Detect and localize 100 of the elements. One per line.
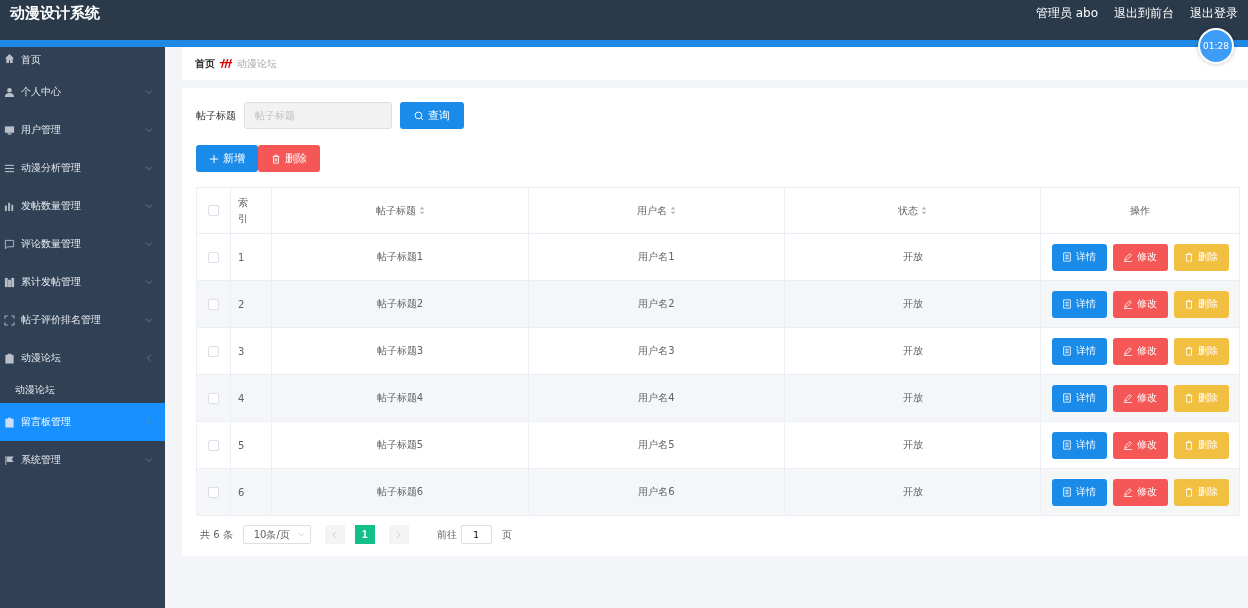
chevron-right-icon [396, 530, 402, 539]
table-cell: 开放 [902, 251, 923, 262]
menu-item[interactable]: 动漫论坛 [0, 339, 165, 377]
detail-button[interactable]: 详情 [1051, 478, 1107, 506]
clipboard-icon [4, 416, 15, 428]
trash-icon [271, 153, 281, 164]
pencil-icon [1123, 252, 1133, 262]
breadcrumb-item: 动漫论坛 [237, 56, 277, 71]
row-checkbox[interactable] [208, 439, 219, 451]
table-cell: 3 [238, 345, 245, 357]
chevron-down-icon [297, 532, 305, 537]
page-size-select[interactable]: 10条/页 [242, 525, 311, 544]
detail-button[interactable]: 详情 [1051, 243, 1107, 271]
app-title: 动漫设计系统 [10, 3, 100, 23]
table-cell: 用户名1 [638, 251, 675, 262]
row-checkbox[interactable] [208, 345, 219, 357]
sort-icon[interactable] [418, 206, 425, 215]
menu-item[interactable]: 系统管理 [0, 441, 165, 479]
table-cell: 6 [238, 486, 245, 498]
table-cell: 用户名6 [638, 486, 675, 497]
row-checkbox[interactable] [208, 486, 219, 498]
edit-button[interactable]: 修改 [1112, 290, 1168, 318]
detail-button[interactable]: 详情 [1051, 337, 1107, 365]
table-cell: 帖子标题4 [376, 392, 424, 403]
select-all-checkbox[interactable] [208, 205, 219, 217]
delete-button[interactable]: 删除 [258, 145, 320, 172]
search-button[interactable]: 查询 [400, 102, 464, 129]
add-button[interactable]: 新增 [196, 145, 258, 172]
pencil-icon [1123, 440, 1133, 450]
row-checkbox[interactable] [208, 298, 219, 310]
table-cell: 用户名2 [638, 298, 675, 309]
page-number-button[interactable]: 1 [354, 525, 375, 544]
separator-icon [219, 58, 233, 69]
pencil-icon [1123, 393, 1133, 403]
chevron-left-icon [332, 530, 338, 539]
edit-button[interactable]: 修改 [1112, 243, 1168, 271]
menu-item[interactable]: 累计发帖管理 [0, 263, 165, 301]
search-icon [414, 110, 424, 121]
menu-item[interactable]: 首页 [0, 47, 165, 73]
pencil-icon [1123, 487, 1133, 497]
header-link[interactable]: 退出登录 [1190, 4, 1238, 22]
menu-item[interactable]: 留言板管理 [0, 403, 165, 441]
pencil-icon [1123, 299, 1133, 309]
column-header: 操作 [1130, 203, 1150, 218]
table-cell: 开放 [902, 486, 923, 497]
header-link[interactable]: 管理员 abo [1035, 4, 1098, 22]
pencil-icon [1123, 346, 1133, 356]
document-icon [1062, 252, 1072, 262]
detail-button[interactable]: 详情 [1051, 384, 1107, 412]
document-icon [1062, 440, 1072, 450]
table-cell: 2 [238, 298, 245, 310]
detail-button[interactable]: 详情 [1051, 290, 1107, 318]
document-icon [1062, 393, 1072, 403]
edit-button[interactable]: 修改 [1112, 337, 1168, 365]
home-icon [4, 53, 15, 64]
column-header: 帖子标题 [375, 203, 425, 218]
monitor-icon [4, 124, 15, 136]
flag-icon [4, 454, 15, 466]
table-cell: 帖子标题2 [376, 298, 424, 309]
row-checkbox[interactable] [208, 251, 219, 263]
row-checkbox[interactable] [208, 392, 219, 404]
menu-item[interactable]: 帖子评价排名管理 [0, 301, 165, 339]
goto-label: 前往 [436, 527, 457, 542]
field-label: 帖子标题 [196, 108, 236, 123]
sort-icon[interactable] [921, 206, 927, 215]
table-cell: 帖子标题5 [376, 439, 424, 450]
menu-item[interactable]: 个人中心 [0, 73, 165, 111]
plus-icon [209, 153, 219, 164]
breadcrumb-item[interactable]: 首页 [195, 56, 215, 71]
trash-icon [1184, 393, 1194, 403]
menu-item[interactable]: 评论数量管理 [0, 225, 165, 263]
menu-item[interactable]: 动漫分析管理 [0, 149, 165, 187]
edit-button[interactable]: 修改 [1112, 431, 1168, 459]
next-page-button[interactable] [388, 525, 409, 544]
total-count: 共 6 条 [200, 527, 233, 542]
column-header: 状态 [898, 203, 927, 218]
bars-icon [4, 200, 15, 212]
header-link[interactable]: 退出到前台 [1114, 4, 1174, 22]
sort-icon[interactable] [670, 206, 676, 215]
previous-page-button[interactable] [324, 525, 345, 544]
menu-item[interactable]: 发帖数量管理 [0, 187, 165, 225]
trash-icon [1184, 252, 1194, 262]
table-cell: 用户名5 [638, 439, 675, 450]
trash-icon [1184, 487, 1194, 497]
edit-button[interactable]: 修改 [1112, 478, 1168, 506]
clipboard-icon [4, 352, 15, 364]
submenu-item[interactable]: 动漫论坛 [0, 377, 165, 403]
table-cell: 帖子标题1 [376, 251, 424, 262]
edit-button[interactable]: 修改 [1112, 384, 1168, 412]
table-cell: 用户名4 [638, 392, 675, 403]
table-cell: 帖子标题3 [376, 345, 424, 356]
document-icon [1062, 487, 1072, 497]
document-icon [1062, 346, 1072, 356]
page-jump-field[interactable]: 1 [460, 525, 492, 544]
table-cell: 1 [238, 251, 245, 263]
table-cell: 4 [238, 392, 245, 404]
menu-item[interactable]: 用户管理 [0, 111, 165, 149]
trash-icon [1184, 299, 1194, 309]
list-icon [4, 162, 15, 174]
detail-button[interactable]: 详情 [1051, 431, 1107, 459]
